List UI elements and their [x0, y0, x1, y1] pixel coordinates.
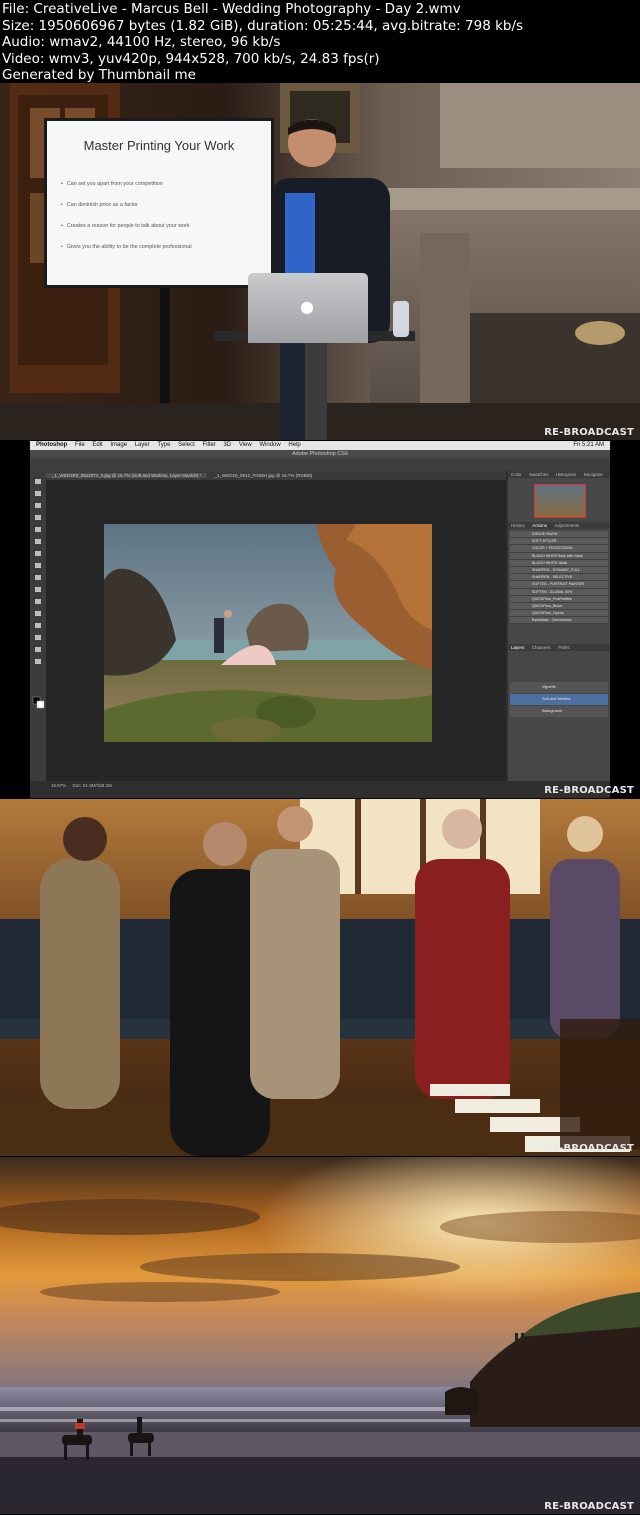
action-item[interactable]: BLACK+WHITE fixes with mask [510, 552, 608, 560]
thumbnail-frame-sunset: RE-BROADCAST [0, 1157, 640, 1514]
photoshop-window: Photoshop File Edit Image Layer Type Sel… [30, 441, 610, 798]
actions-panel-tabs: History Actions Adjustments [508, 522, 610, 529]
layers-panel-tabs: Layers Channels Paths [508, 644, 610, 652]
action-item[interactable]: SHARPEN - SELECTIVE [510, 574, 608, 582]
tools-panel[interactable] [30, 471, 46, 781]
tab-actions[interactable]: Actions [529, 523, 550, 528]
status-bar: 16.67% Doc: 81.9M/159.2M [46, 781, 506, 791]
apple-logo-icon: ● [300, 297, 314, 316]
menu-view[interactable]: View [239, 442, 252, 448]
action-item[interactable]: SHARPEN - DYNAMIC_FULL [510, 566, 608, 575]
tool-icons [32, 479, 45, 709]
tab-histogram[interactable]: Histogram [553, 472, 580, 477]
document-canvas[interactable] [46, 480, 506, 781]
slide-bullet: Gives you the ability to be the complete… [61, 244, 192, 250]
layers-options [508, 651, 610, 681]
rebroadcast-watermark: RE-BROADCAST [544, 785, 634, 796]
layer-row[interactable]: Vignette [510, 682, 608, 694]
action-item[interactable]: SOFTEN - GLOBAL 50% [510, 588, 608, 596]
video-info-header: File: CreativeLive - Marcus Bell - Weddi… [0, 0, 640, 84]
menu-window[interactable]: Window [259, 442, 280, 448]
size-line: Size: 1950606967 bytes (1.82 GiB), durat… [2, 17, 524, 34]
rebroadcast-watermark: RE-BROADCAST [544, 1143, 634, 1154]
wedding-photo [104, 524, 432, 742]
tab-paths[interactable]: Paths [555, 645, 573, 650]
action-item[interactable]: BLACK+WHITE detail [510, 559, 608, 567]
action-item[interactable]: SOFT STYLER [510, 538, 608, 546]
tab-navigator[interactable]: Navigator [581, 472, 606, 477]
mac-menu-bar: Photoshop File Edit Image Layer Type Sel… [30, 441, 610, 450]
rebroadcast-watermark: RE-BROADCAST [544, 427, 634, 438]
video-line: Video: wmv3, yuv420p, 944x528, 700 kb/s,… [2, 50, 380, 67]
app-title: Adobe Photoshop CS6 [30, 450, 610, 458]
menu-image[interactable]: Image [110, 442, 127, 448]
navigator-panel-tabs: Color Swatches Histogram Navigator [508, 471, 610, 478]
menu-3d[interactable]: 3D [223, 442, 231, 448]
action-item[interactable]: QUICKFlow_Bruce [510, 602, 608, 611]
action-item[interactable]: QUICKFlow_ProtPretties [510, 595, 608, 603]
slide-bullet: Can set you apart from your competition [61, 181, 192, 187]
options-bar [30, 458, 610, 471]
thumbnail-frame-presenter: Master Printing Your Work Can set you ap… [0, 83, 640, 440]
menu-clock: Fri 5:21 AM [573, 442, 604, 448]
laptop: ● [248, 273, 368, 343]
file-line: File: CreativeLive - Marcus Bell - Weddi… [2, 1, 461, 17]
action-item[interactable]: DODGE+BURN [510, 531, 608, 539]
layers-list: Vignette Soft and Warless Background [508, 682, 610, 718]
doc-info: Doc: 81.9M/159.2M [72, 783, 112, 788]
thumbnail-frame-photoshop: Photoshop File Edit Image Layer Type Sel… [0, 441, 640, 798]
actions-list: DODGE+BURN SOFT STYLER COLOR + PROCESSIN… [508, 529, 610, 625]
navigator-thumbnail [508, 478, 610, 522]
tab-adjustments[interactable]: Adjustments [551, 523, 582, 528]
document-tab[interactable]: _1_WED10_0912_FINISH.jpg @ 16.7% (RGB/8) [209, 473, 319, 478]
action-item[interactable]: COLOR + PROCESSING [510, 545, 608, 553]
right-panels: Color Swatches Histogram Navigator Histo… [508, 471, 610, 781]
action-item[interactable]: SOFTEN - PORTRAIT PAINTER [510, 581, 608, 589]
menu-type[interactable]: Type [157, 442, 170, 448]
slide-bullet: Creates a reason for people to talk abou… [61, 223, 192, 229]
document-tab[interactable]: _1_WED1R0_0912071_0.jpg @ 16.7% (Soft an… [46, 473, 208, 478]
slide-bullet: Can diminish price as a factor [61, 202, 192, 208]
slide-title: Master Printing Your Work [83, 138, 235, 153]
layer-row-selected[interactable]: Soft and Warless [510, 694, 608, 706]
menu-file[interactable]: File [75, 442, 85, 448]
thumbnail-frame-audience: RE-BROADCAST [0, 799, 640, 1156]
menu-layer[interactable]: Layer [135, 442, 150, 448]
action-item[interactable]: Essentials - Conversions [510, 617, 608, 625]
tab-channels[interactable]: Channels [529, 645, 554, 650]
rebroadcast-watermark: RE-BROADCAST [544, 1501, 634, 1512]
generator-line: Generated by Thumbnail me [2, 67, 196, 84]
tab-color[interactable]: Color [508, 472, 525, 477]
tab-history[interactable]: History [508, 523, 528, 528]
layer-row[interactable]: Background [510, 706, 608, 718]
menu-photoshop[interactable]: Photoshop [36, 442, 67, 448]
slide-bullets: Can set you apart from your competition … [61, 181, 192, 265]
sunset-scene [0, 1157, 640, 1514]
tab-layers[interactable]: Layers [508, 645, 528, 650]
audience-scene [0, 799, 640, 1156]
audio-line: Audio: wmav2, 44100 Hz, stereo, 96 kb/s [2, 34, 281, 51]
document-tabs: _1_WED1R0_0912071_0.jpg @ 16.7% (Soft an… [46, 471, 506, 480]
menu-filter[interactable]: Filter [202, 442, 215, 448]
zoom-level[interactable]: 16.67% [51, 783, 66, 788]
presentation-slide: Master Printing Your Work Can set you ap… [44, 118, 274, 288]
tab-swatches[interactable]: Swatches [526, 472, 552, 477]
menu-edit[interactable]: Edit [92, 442, 102, 448]
action-item[interactable]: QUICKFlow_Opens [510, 610, 608, 618]
menu-help[interactable]: Help [288, 442, 300, 448]
menu-select[interactable]: Select [178, 442, 195, 448]
